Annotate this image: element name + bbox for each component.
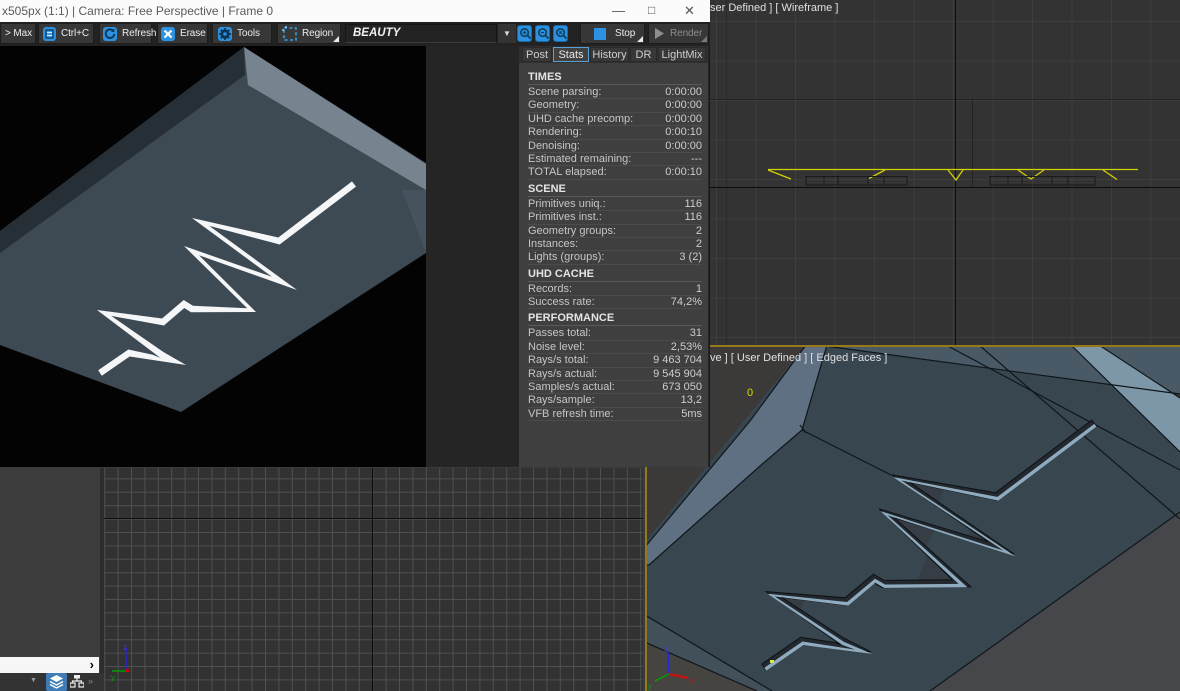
svg-text:y: y xyxy=(648,682,652,691)
svg-text:z: z xyxy=(664,645,668,654)
svg-text:z: z xyxy=(123,643,127,652)
svg-text:x: x xyxy=(690,676,694,685)
svg-text:y: y xyxy=(111,673,115,682)
